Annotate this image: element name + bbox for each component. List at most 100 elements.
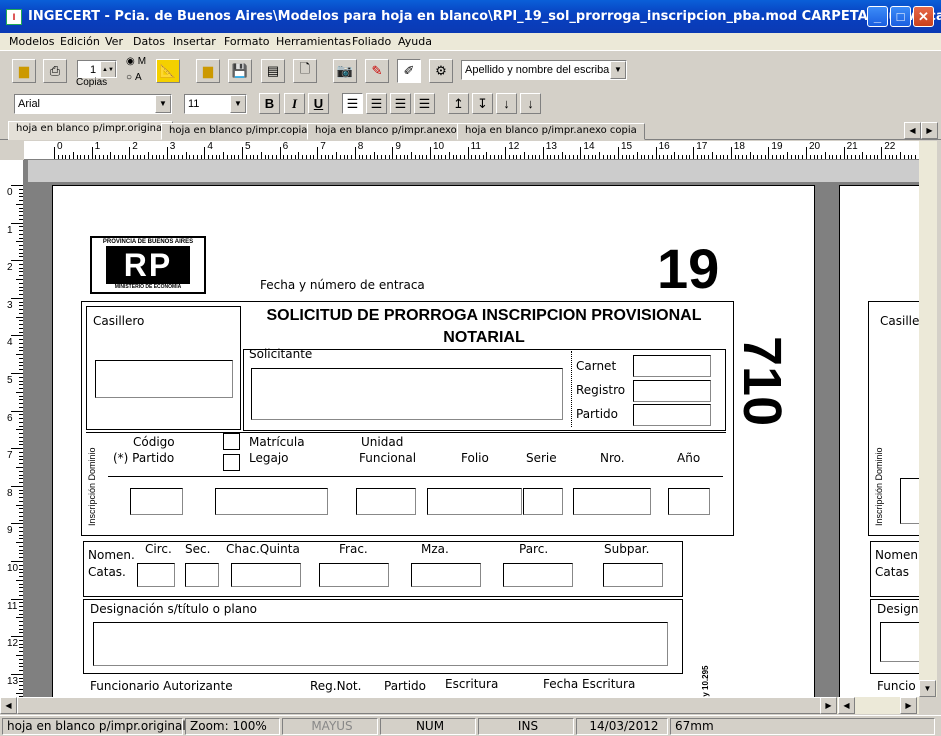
chac-input[interactable] bbox=[231, 563, 301, 587]
next-codigo-input[interactable] bbox=[900, 478, 919, 524]
ruler-v-label: 3 bbox=[7, 299, 13, 311]
sec-input[interactable] bbox=[185, 563, 219, 587]
tab-copia[interactable]: hoja en blanco p/impr.copia bbox=[161, 123, 316, 140]
align-right-button[interactable]: ☰ bbox=[366, 93, 387, 114]
solicitante-input[interactable] bbox=[251, 368, 563, 420]
scroll-left-arrow[interactable]: ◀ bbox=[0, 697, 17, 714]
codigo-input[interactable] bbox=[130, 488, 183, 515]
maximize-button[interactable]: □ bbox=[890, 6, 911, 27]
circ-input[interactable] bbox=[137, 563, 175, 587]
underline-button[interactable]: U bbox=[308, 93, 329, 114]
mza-input[interactable] bbox=[411, 563, 481, 587]
valign-top-button[interactable]: ↥ bbox=[448, 93, 469, 114]
nro-input[interactable] bbox=[573, 488, 651, 515]
close-button[interactable]: ✕ bbox=[913, 6, 934, 27]
print-preview-button[interactable]: ▤ bbox=[261, 59, 285, 83]
stepper-arrows[interactable]: ▲▼ bbox=[100, 61, 116, 77]
tab-original[interactable]: hoja en blanco p/impr.original bbox=[8, 121, 173, 140]
matricula-input[interactable] bbox=[215, 488, 328, 515]
menu-insertar[interactable]: Insertar bbox=[168, 33, 221, 51]
matricula-check[interactable] bbox=[223, 433, 240, 450]
carnet-input[interactable] bbox=[633, 355, 711, 377]
app-icon: I bbox=[6, 9, 22, 25]
size-select[interactable]: 11 ▼ bbox=[184, 94, 247, 114]
bold-button[interactable]: B bbox=[259, 93, 280, 114]
parc-input[interactable] bbox=[503, 563, 573, 587]
open-folder-button[interactable]: ▆ bbox=[12, 59, 36, 83]
ruler-tick bbox=[678, 155, 680, 159]
radio-m[interactable]: ◉ M bbox=[126, 56, 146, 67]
font-select[interactable]: Arial ▼ bbox=[14, 94, 172, 114]
ruler-tick bbox=[790, 155, 792, 159]
ruler-tick bbox=[19, 602, 23, 604]
legajo-check[interactable] bbox=[223, 454, 240, 471]
folio-input[interactable] bbox=[427, 488, 522, 515]
designacion-input[interactable] bbox=[93, 622, 668, 666]
subpar-input[interactable] bbox=[603, 563, 663, 587]
tab-scroll-left[interactable]: ◀ bbox=[904, 122, 921, 139]
chevron-down-icon[interactable]: ▼ bbox=[610, 61, 626, 79]
justify-button[interactable]: ☰ bbox=[414, 93, 435, 114]
ruler-tick bbox=[19, 418, 23, 420]
anio-input[interactable] bbox=[668, 488, 710, 515]
copies-label: Copias bbox=[76, 77, 108, 88]
menu-modelos[interactable]: Modelos bbox=[4, 33, 60, 51]
ruler-tick bbox=[287, 155, 289, 159]
vertical-scrollbar[interactable]: ▼ bbox=[919, 141, 937, 697]
menu-foliado[interactable]: Foliado bbox=[347, 33, 396, 51]
scroll-right-arrow[interactable]: ▶ bbox=[820, 697, 837, 714]
minimize-button[interactable]: _ bbox=[867, 6, 888, 27]
menu-formato[interactable]: Formato bbox=[219, 33, 275, 51]
tab-anexo-copia[interactable]: hoja en blanco p/impr.anexo copia bbox=[457, 123, 645, 140]
camera-button[interactable]: 📷 bbox=[333, 59, 357, 83]
open-button[interactable]: ▆ bbox=[196, 59, 220, 83]
menu-ayuda[interactable]: Ayuda bbox=[393, 33, 437, 51]
unidad-input[interactable] bbox=[356, 488, 416, 515]
ruler-tick bbox=[640, 155, 642, 159]
casillero-input[interactable] bbox=[95, 360, 233, 398]
scroll-down-arrow[interactable]: ▼ bbox=[919, 680, 936, 697]
frac-label: Frac. bbox=[339, 542, 368, 556]
menu-ver[interactable]: Ver bbox=[100, 33, 128, 51]
menu-edicion[interactable]: Edición bbox=[55, 33, 105, 51]
radio-a[interactable]: ○ A bbox=[126, 72, 142, 83]
serie-input[interactable] bbox=[523, 488, 563, 515]
scroll-far-right-arrow[interactable]: ▶ bbox=[900, 697, 917, 714]
ruler-tick bbox=[478, 155, 480, 159]
scroll-thumb[interactable] bbox=[17, 697, 837, 714]
ruler-tick bbox=[313, 155, 315, 159]
field-select[interactable]: Apellido y nombre del escribar ▼ bbox=[461, 60, 627, 80]
edit-doc-button[interactable]: ✎ bbox=[365, 59, 389, 83]
page-next: Casille Inscripción Dominio Nomen Catas … bbox=[839, 185, 919, 697]
valign-middle-button[interactable]: ↧ bbox=[472, 93, 493, 114]
chevron-down-icon[interactable]: ▼ bbox=[230, 95, 246, 113]
align-left-button[interactable]: ☰ bbox=[342, 93, 363, 114]
ruler-tick bbox=[599, 152, 601, 159]
align-center-button[interactable]: ☰ bbox=[390, 93, 411, 114]
draw-tool-button[interactable]: ✐ bbox=[397, 59, 421, 83]
save-button[interactable]: 💾 bbox=[228, 59, 252, 83]
italic-button[interactable]: I bbox=[284, 93, 305, 114]
sec-label: Sec. bbox=[185, 542, 211, 556]
ruler-tool-button[interactable]: 📐 bbox=[156, 59, 180, 83]
print-button[interactable]: ⎙ bbox=[43, 59, 67, 83]
frac-input[interactable] bbox=[319, 563, 389, 587]
menu-datos[interactable]: Datos bbox=[128, 33, 170, 51]
valign-baseline-button[interactable]: ↓ bbox=[520, 93, 541, 114]
registro-input[interactable] bbox=[633, 380, 711, 402]
tab-anexo[interactable]: hoja en blanco p/impr.anexo bbox=[307, 123, 465, 140]
new-page-button[interactable]: 🗋 bbox=[293, 59, 317, 83]
horizontal-scrollbar[interactable]: ◀ ▶ ◀ ▶ bbox=[0, 697, 937, 714]
partido-input[interactable] bbox=[633, 404, 711, 426]
tab-scroll-right[interactable]: ▶ bbox=[921, 122, 938, 139]
ruler-tick bbox=[821, 155, 823, 159]
scroll-far-left-arrow[interactable]: ◀ bbox=[838, 697, 855, 714]
form-tool-button[interactable]: ⚙ bbox=[429, 59, 453, 83]
valign-bottom-button[interactable]: ↓ bbox=[496, 93, 517, 114]
menu-herramientas[interactable]: Herramientas bbox=[271, 33, 356, 51]
ruler-tick bbox=[242, 147, 243, 159]
copies-stepper[interactable]: 1 ▲▼ bbox=[77, 60, 117, 78]
ruler-tick bbox=[208, 155, 210, 159]
next-design-input[interactable] bbox=[880, 622, 919, 662]
chevron-down-icon[interactable]: ▼ bbox=[155, 95, 171, 113]
